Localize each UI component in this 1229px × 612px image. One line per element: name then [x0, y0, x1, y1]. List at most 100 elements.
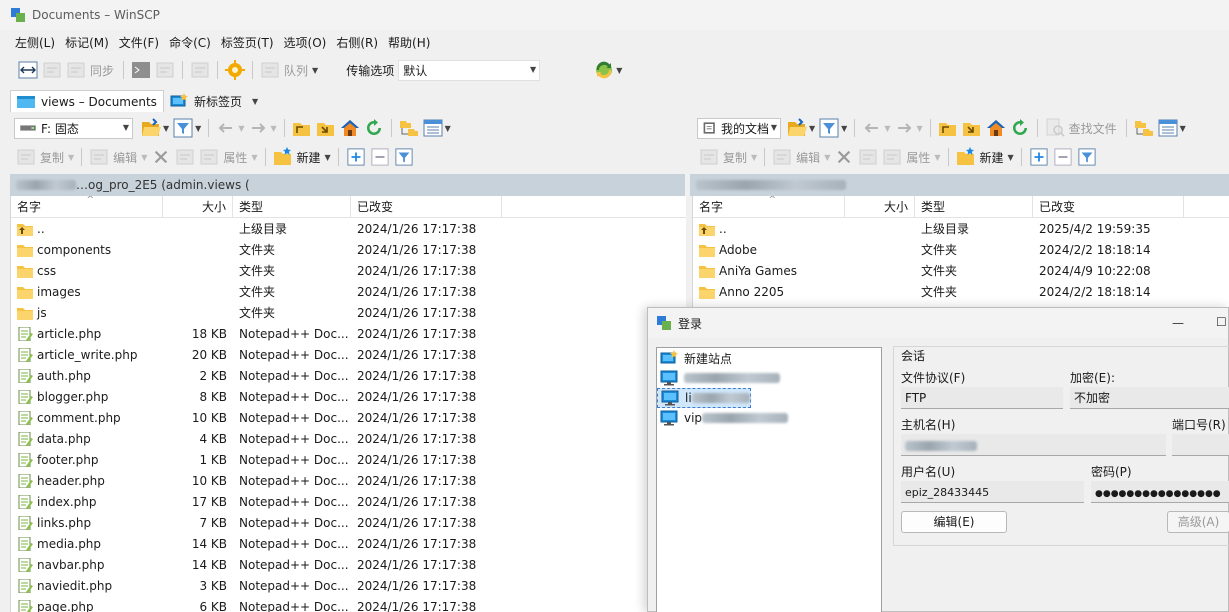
- preferences-gear-icon[interactable]: [224, 59, 246, 81]
- filter-icon[interactable]: [818, 117, 840, 139]
- edit-icon[interactable]: [771, 146, 793, 168]
- home-icon[interactable]: [985, 117, 1007, 139]
- encryption-select[interactable]: 不加密: [1070, 387, 1229, 409]
- column-changed[interactable]: 已改变: [1033, 196, 1184, 218]
- column-name[interactable]: ^ 名字: [11, 196, 163, 218]
- copy-icon[interactable]: [15, 146, 37, 168]
- home-icon[interactable]: [339, 117, 361, 139]
- rename-icon[interactable]: [174, 146, 196, 168]
- left-drive-select[interactable]: F: 固态 ▼: [14, 117, 133, 139]
- username-input[interactable]: epiz_28433445: [901, 481, 1084, 503]
- menu-right[interactable]: 右侧(R): [331, 34, 383, 51]
- file-row[interactable]: index.php 17 KB Notepad++ Doc... 2024/1/26 …: [11, 491, 686, 512]
- menu-options[interactable]: 选项(O): [279, 34, 332, 51]
- file-row[interactable]: .. 上级目录 2024/1/26 17:17:38: [11, 218, 686, 239]
- chevron-down-icon[interactable]: ▼: [616, 66, 622, 75]
- chevron-down-icon[interactable]: ▼: [824, 153, 830, 162]
- advanced-button[interactable]: 高级(A): [1167, 511, 1229, 533]
- left-file-panel[interactable]: ^ 名字 大小 类型 已改变 .. 上级目录 2024/1/26 17:17:38 co…: [10, 196, 686, 612]
- unselect-minus-icon[interactable]: [1052, 146, 1074, 168]
- file-row[interactable]: navbar.php 14 KB Notepad++ Doc... 2024/1/26…: [11, 554, 686, 575]
- file-row[interactable]: images 文件夹 2024/1/26 17:17:38: [11, 281, 686, 302]
- properties-icon[interactable]: [881, 146, 903, 168]
- putty-icon[interactable]: [154, 59, 176, 81]
- site-new[interactable]: 新建站点: [657, 348, 881, 368]
- chevron-down-icon[interactable]: ▼: [445, 124, 451, 133]
- right-path-bar[interactable]: [690, 174, 1229, 196]
- tab-views-documents[interactable]: views – Documents: [10, 90, 164, 112]
- select-filter-icon[interactable]: [393, 146, 415, 168]
- back-icon[interactable]: [861, 117, 883, 139]
- file-row[interactable]: data.php 4 KB Notepad++ Doc... 2024/1/26 17…: [11, 428, 686, 449]
- open-folder-icon[interactable]: [140, 117, 162, 139]
- file-row[interactable]: AniYa Games 文件夹 2024/4/9 10:22:08: [693, 260, 1229, 281]
- chevron-down-icon[interactable]: ▼: [325, 153, 331, 162]
- chevron-down-icon[interactable]: ▼: [916, 124, 922, 133]
- chevron-down-icon[interactable]: ▼: [751, 153, 757, 162]
- compare-directories-icon[interactable]: [17, 59, 39, 81]
- menu-commands[interactable]: 命令(C): [164, 34, 216, 51]
- queue-button-label[interactable]: 队列: [284, 62, 308, 79]
- file-row[interactable]: auth.php 2 KB Notepad++ Doc... 2024/1/26 17…: [11, 365, 686, 386]
- delete-x-icon[interactable]: [150, 146, 172, 168]
- tree-icon[interactable]: [1133, 117, 1155, 139]
- file-row[interactable]: page.php 6 KB Notepad++ Doc... 2024/1/26 17…: [11, 596, 686, 612]
- site-item-selected[interactable]: li: [657, 388, 751, 408]
- edit-icon[interactable]: [88, 146, 110, 168]
- file-row[interactable]: Adobe 文件夹 2024/2/2 18:18:14: [693, 239, 1229, 260]
- chevron-down-icon[interactable]: ▼: [841, 124, 847, 133]
- properties-button[interactable]: 属性: [906, 149, 930, 166]
- transfer-settings-select[interactable]: 默认 ▼: [398, 59, 541, 81]
- file-row[interactable]: css 文件夹 2024/1/26 17:17:38: [11, 260, 686, 281]
- maximize-icon[interactable]: ☐: [1216, 315, 1227, 329]
- menu-help[interactable]: 帮助(H): [383, 34, 435, 51]
- chevron-down-icon[interactable]: ▼: [68, 153, 74, 162]
- minimize-icon[interactable]: —: [1172, 316, 1184, 330]
- copy-icon[interactable]: [698, 146, 720, 168]
- properties-button[interactable]: 属性: [223, 149, 247, 166]
- chevron-down-icon[interactable]: ▼: [1180, 124, 1186, 133]
- new-button[interactable]: 新建: [297, 149, 321, 166]
- menu-tabs[interactable]: 标签页(T): [216, 34, 279, 51]
- file-row[interactable]: header.php 10 KB Notepad++ Doc... 2024/1/26…: [11, 470, 686, 491]
- copy-button[interactable]: 复制: [40, 149, 64, 166]
- column-type[interactable]: 类型: [915, 196, 1033, 218]
- file-row[interactable]: article.php 18 KB Notepad++ Doc... 2024/1/2…: [11, 323, 686, 344]
- file-row[interactable]: components 文件夹 2024/1/26 17:17:38: [11, 239, 686, 260]
- file-row[interactable]: links.php 7 KB Notepad++ Doc... 2024/1/26 1…: [11, 512, 686, 533]
- menu-left[interactable]: 左侧(L): [10, 34, 60, 51]
- menu-mark[interactable]: 标记(M): [60, 34, 114, 51]
- file-row[interactable]: js 文件夹 2024/1/26 17:17:38: [11, 302, 686, 323]
- open-folder-icon[interactable]: [786, 117, 808, 139]
- unselect-minus-icon[interactable]: [369, 146, 391, 168]
- column-size[interactable]: 大小: [163, 196, 233, 218]
- right-drive-select[interactable]: 我的文档 ▼: [697, 117, 781, 139]
- edit-button[interactable]: 编辑(E): [901, 511, 1007, 533]
- column-size[interactable]: 大小: [845, 196, 915, 218]
- properties-icon[interactable]: [198, 146, 220, 168]
- file-row[interactable]: naviedit.php 3 KB Notepad++ Doc... 2024/1/2…: [11, 575, 686, 596]
- refresh-icon[interactable]: [1009, 117, 1031, 139]
- terminal-icon[interactable]: [130, 59, 152, 81]
- file-row[interactable]: comment.php 10 KB Notepad++ Doc... 2024/1/2…: [11, 407, 686, 428]
- chevron-down-icon[interactable]: ▼: [312, 66, 318, 75]
- chevron-down-icon[interactable]: ▼: [163, 124, 169, 133]
- new-button[interactable]: 新建: [980, 149, 1004, 166]
- edit-button[interactable]: 编辑: [113, 149, 137, 166]
- file-row[interactable]: article_write.php 20 KB Notepad++ Doc... 20…: [11, 344, 686, 365]
- password-input[interactable]: ●●●●●●●●●●●●●●●●: [1091, 481, 1229, 503]
- forward-icon[interactable]: [893, 117, 915, 139]
- view-list-icon[interactable]: [422, 117, 444, 139]
- chevron-down-icon[interactable]: ▼: [195, 124, 201, 133]
- forward-icon[interactable]: [247, 117, 269, 139]
- chevron-down-icon[interactable]: ▼: [141, 153, 147, 162]
- synchronize-session-icon[interactable]: [593, 59, 615, 81]
- file-row[interactable]: Anno 2205 文件夹 2024/2/2 18:18:14: [693, 281, 1229, 302]
- left-path-bar[interactable]: …og_pro_2E5 (admin.views (: [10, 174, 685, 196]
- view-list-icon[interactable]: [1157, 117, 1179, 139]
- new-folder-icon[interactable]: [272, 146, 294, 168]
- file-row[interactable]: blogger.php 8 KB Notepad++ Doc... 2024/1/26…: [11, 386, 686, 407]
- synchronize-browsing-icon[interactable]: [41, 59, 63, 81]
- sync-button-label[interactable]: 同步: [90, 62, 114, 79]
- host-input[interactable]: [901, 434, 1166, 456]
